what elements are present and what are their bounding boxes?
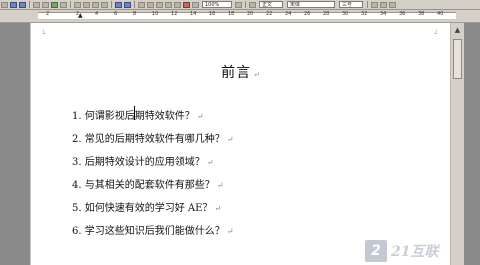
scroll-up-icon[interactable]: ▲ [452, 25, 463, 35]
watermark-logo-icon: 2 [365, 240, 387, 262]
tables-icon[interactable] [147, 1, 154, 8]
ruler-tick-label: 4 [95, 11, 99, 17]
zoom-select[interactable]: 100% [202, 1, 232, 8]
styles-icon[interactable] [249, 1, 256, 8]
ruler-tick-label: 2 [46, 11, 50, 17]
left-margin-area [0, 23, 30, 265]
ruler-tick-label: 12 [171, 11, 178, 17]
list-item[interactable]: 4. 与其相关的配套软件有那些？ ↵ [72, 176, 223, 191]
vertical-scrollbar[interactable]: ▲ [450, 23, 465, 265]
font-name-select[interactable]: 宋体 [287, 1, 335, 8]
show-hide-icon[interactable] [192, 1, 199, 8]
ruler-tick-label: 14 [190, 11, 197, 17]
ruler-tick-label: 6 [114, 11, 118, 17]
ruler-tick-label: 22 [266, 11, 273, 17]
drawing-icon[interactable] [183, 1, 190, 8]
ruler-tick-label: 36 [399, 11, 406, 17]
excel-icon[interactable] [165, 1, 172, 8]
list-item[interactable]: 5. 如何快速有效的学习好 AE？ ↵ [72, 199, 221, 214]
toolbar-separator [29, 1, 30, 8]
paste-icon[interactable] [92, 1, 99, 8]
print-icon[interactable] [33, 1, 40, 8]
open-folder-icon[interactable] [10, 1, 17, 8]
ruler-tick-label: 32 [361, 11, 368, 17]
paragraph-mark: ↵ [226, 135, 234, 144]
font-size-select[interactable]: 三号 [339, 1, 363, 8]
zoom-value: 100% [205, 1, 220, 8]
toolbar-separator [70, 1, 71, 8]
page-corner-icon: └ [41, 30, 46, 38]
ruler-tick-label: 20 [247, 11, 254, 17]
list-item-text: 5. 如何快速有效的学习好 AE？ [72, 203, 213, 214]
underline-icon[interactable] [389, 1, 396, 8]
paragraph-mark: ↵ [253, 70, 261, 79]
help-icon[interactable] [235, 1, 242, 8]
list-item-text: 3. 后期特效设计的应用领域？ [72, 157, 205, 168]
new-document-icon[interactable] [1, 1, 8, 8]
paragraph-mark: ↵ [216, 181, 224, 190]
print-preview-icon[interactable] [42, 1, 49, 8]
paragraph-mark: ↵ [196, 112, 204, 121]
ruler-tick-label: 28 [323, 11, 330, 17]
save-icon[interactable] [19, 1, 26, 8]
research-icon[interactable] [60, 1, 67, 8]
italic-icon[interactable] [380, 1, 387, 8]
indent-marker-icon[interactable]: ▲ [78, 13, 85, 19]
spelling-icon[interactable] [51, 1, 58, 8]
ruler-tick-label: 24 [285, 11, 292, 17]
horizontal-ruler[interactable]: 2 2 4 6 8 10 12 14 16 18 20 22 24 26 28 30 32 34 36 38 40 [0, 10, 480, 23]
list-item-text: 2. 常见的后期特效软件有哪几种？ [72, 134, 225, 145]
text-cursor [134, 106, 135, 120]
columns-icon[interactable] [174, 1, 181, 8]
ruler-tick-label: 18 [228, 11, 235, 17]
ruler-tick-label: 34 [380, 11, 387, 17]
watermark-text: 21互联 [391, 244, 439, 260]
document-title[interactable]: 前言 ↵ [31, 62, 451, 82]
style-select[interactable]: 正文 [259, 1, 283, 8]
ruler-tick-label: 30 [342, 11, 349, 17]
toolbar-separator [245, 1, 246, 8]
hyperlink-icon[interactable] [138, 1, 145, 8]
cut-icon[interactable] [74, 1, 81, 8]
undo-icon[interactable] [115, 1, 122, 8]
toolbar-separator [134, 1, 135, 8]
list-item[interactable]: 1. 何谓影视后期特效软件？ ↵ [72, 107, 203, 122]
toolbar-separator [367, 1, 368, 8]
format-painter-icon[interactable] [101, 1, 108, 8]
page-corner-icon: ┘ [434, 30, 439, 38]
style-value: 正文 [262, 2, 273, 8]
scroll-thumb[interactable] [453, 39, 462, 79]
bold-icon[interactable] [371, 1, 378, 8]
font-name-value: 宋体 [290, 2, 301, 8]
list-item[interactable]: 2. 常见的后期特效软件有哪几种？ ↵ [72, 130, 233, 145]
list-item-text: 4. 与其相关的配套软件有那些？ [72, 180, 215, 191]
ruler-tick-label: 38 [418, 11, 425, 17]
ruler-tick-label: 16 [209, 11, 216, 17]
list-item[interactable]: 3. 后期特效设计的应用领域？ ↵ [72, 153, 213, 168]
ruler-tick-label: 40 [437, 11, 444, 17]
title-text: 前言 [221, 65, 252, 81]
paragraph-mark: ↵ [206, 158, 214, 167]
ruler-tick-label: 26 [304, 11, 311, 17]
toolbar-separator [111, 1, 112, 8]
ruler-tick-label: 10 [152, 11, 159, 17]
insert-table-icon[interactable] [156, 1, 163, 8]
document-page[interactable]: └ ┘ 前言 ↵ 1. 何谓影视后期特效软件？ ↵ 2. 常见的后期特效软件有哪几种… [30, 23, 451, 265]
right-gray-area [464, 23, 480, 265]
list-item[interactable]: 6. 学习这些知识后我们能做什么？ ↵ [72, 222, 233, 237]
list-item-text: 6. 学习这些知识后我们能做什么？ [72, 226, 225, 237]
paragraph-mark: ↵ [214, 204, 222, 213]
ruler-tick-label: 8 [133, 11, 137, 17]
copy-icon[interactable] [83, 1, 90, 8]
font-size-value: 三号 [342, 2, 353, 8]
redo-icon[interactable] [124, 1, 131, 8]
paragraph-mark: ↵ [226, 227, 234, 236]
formatting-toolbar: 100% 正文 宋体 三号 [0, 0, 480, 10]
